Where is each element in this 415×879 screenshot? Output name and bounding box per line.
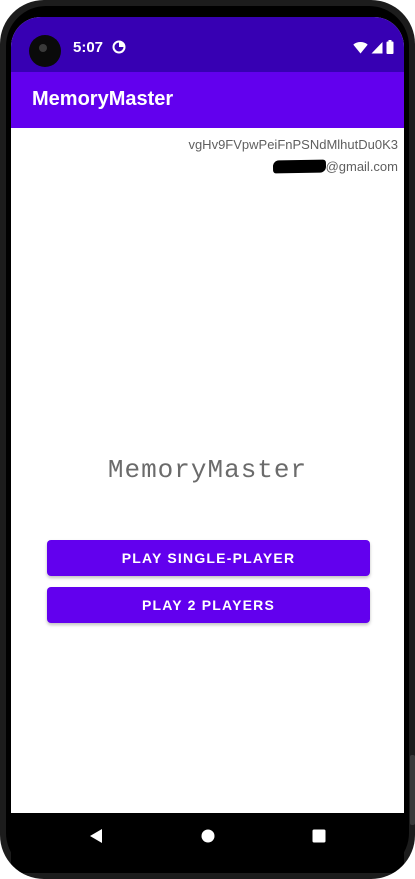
- recents-button[interactable]: [289, 813, 349, 859]
- signal-icon: [371, 41, 383, 53]
- user-email: @gmail.com: [272, 159, 398, 174]
- status-time: 5:07: [73, 39, 104, 56]
- screen: 5:07 MemoryMaster vgHv9FVpwPeiFnPSNdMlhu…: [11, 17, 404, 873]
- email-domain: @gmail.com: [325, 159, 398, 174]
- back-button[interactable]: [66, 813, 126, 859]
- recents-icon: [312, 829, 326, 843]
- data-saver-icon: [112, 40, 126, 54]
- game-title: MemoryMaster: [107, 455, 308, 485]
- main-content: vgHv9FVpwPeiFnPSNdMlhutDu0K3 @gmail.com …: [11, 128, 404, 813]
- back-icon: [90, 829, 102, 843]
- app-title: MemoryMaster: [32, 88, 174, 110]
- side-button: [410, 755, 415, 825]
- home-icon: [201, 829, 215, 843]
- camera-cutout: [29, 35, 61, 67]
- battery-icon: [386, 40, 394, 54]
- play-two-players-button[interactable]: PLAY 2 PLAYERS: [47, 587, 370, 623]
- email-redaction: [272, 159, 326, 174]
- home-button[interactable]: [178, 813, 238, 859]
- app-bar: MemoryMaster: [11, 72, 404, 128]
- user-id-text: vgHv9FVpwPeiFnPSNdMlhutDu0K3: [188, 137, 398, 152]
- wifi-icon: [353, 41, 368, 53]
- status-icons: [353, 40, 394, 54]
- navigation-bar: [11, 813, 404, 873]
- status-bar: 5:07: [11, 17, 404, 72]
- device-frame: 5:07 MemoryMaster vgHv9FVpwPeiFnPSNdMlhu…: [0, 0, 415, 879]
- play-single-player-button[interactable]: PLAY SINGLE-PLAYER: [47, 540, 370, 576]
